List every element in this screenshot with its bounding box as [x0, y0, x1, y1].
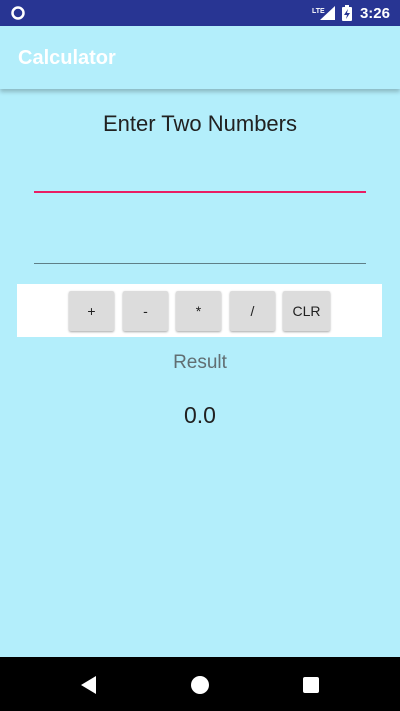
subtract-button[interactable]: -: [123, 291, 168, 331]
result-value: 0.0: [184, 402, 216, 428]
network-type-label: LTE: [312, 8, 325, 15]
status-indicators: LTE 3:26: [312, 0, 390, 26]
back-icon: [81, 676, 96, 694]
page-heading: Enter Two Numbers: [102, 111, 297, 136]
home-icon: [191, 676, 209, 694]
notification-icon: [11, 6, 25, 20]
clock: 3:26: [359, 4, 390, 22]
battery-charging-icon: [341, 5, 352, 21]
status-bar: LTE 3:26: [0, 0, 400, 26]
recent-apps-icon: [303, 677, 319, 693]
clear-button[interactable]: CLR: [283, 291, 330, 331]
result-label: Result: [173, 352, 227, 373]
app-bar: Calculator: [0, 26, 400, 89]
navigation-bar: [0, 657, 400, 711]
second-number-input[interactable]: [34, 239, 366, 264]
lte-signal-icon: LTE: [312, 6, 335, 20]
add-button[interactable]: +: [69, 291, 114, 331]
home-button[interactable]: [189, 674, 211, 696]
operation-buttons-panel: + - * / CLR: [17, 284, 382, 337]
first-number-input[interactable]: [34, 167, 366, 193]
app-title: Calculator: [18, 47, 116, 69]
back-button[interactable]: [78, 674, 100, 696]
recent-apps-button[interactable]: [300, 674, 322, 696]
divide-button[interactable]: /: [230, 291, 275, 331]
multiply-button[interactable]: *: [176, 291, 221, 331]
